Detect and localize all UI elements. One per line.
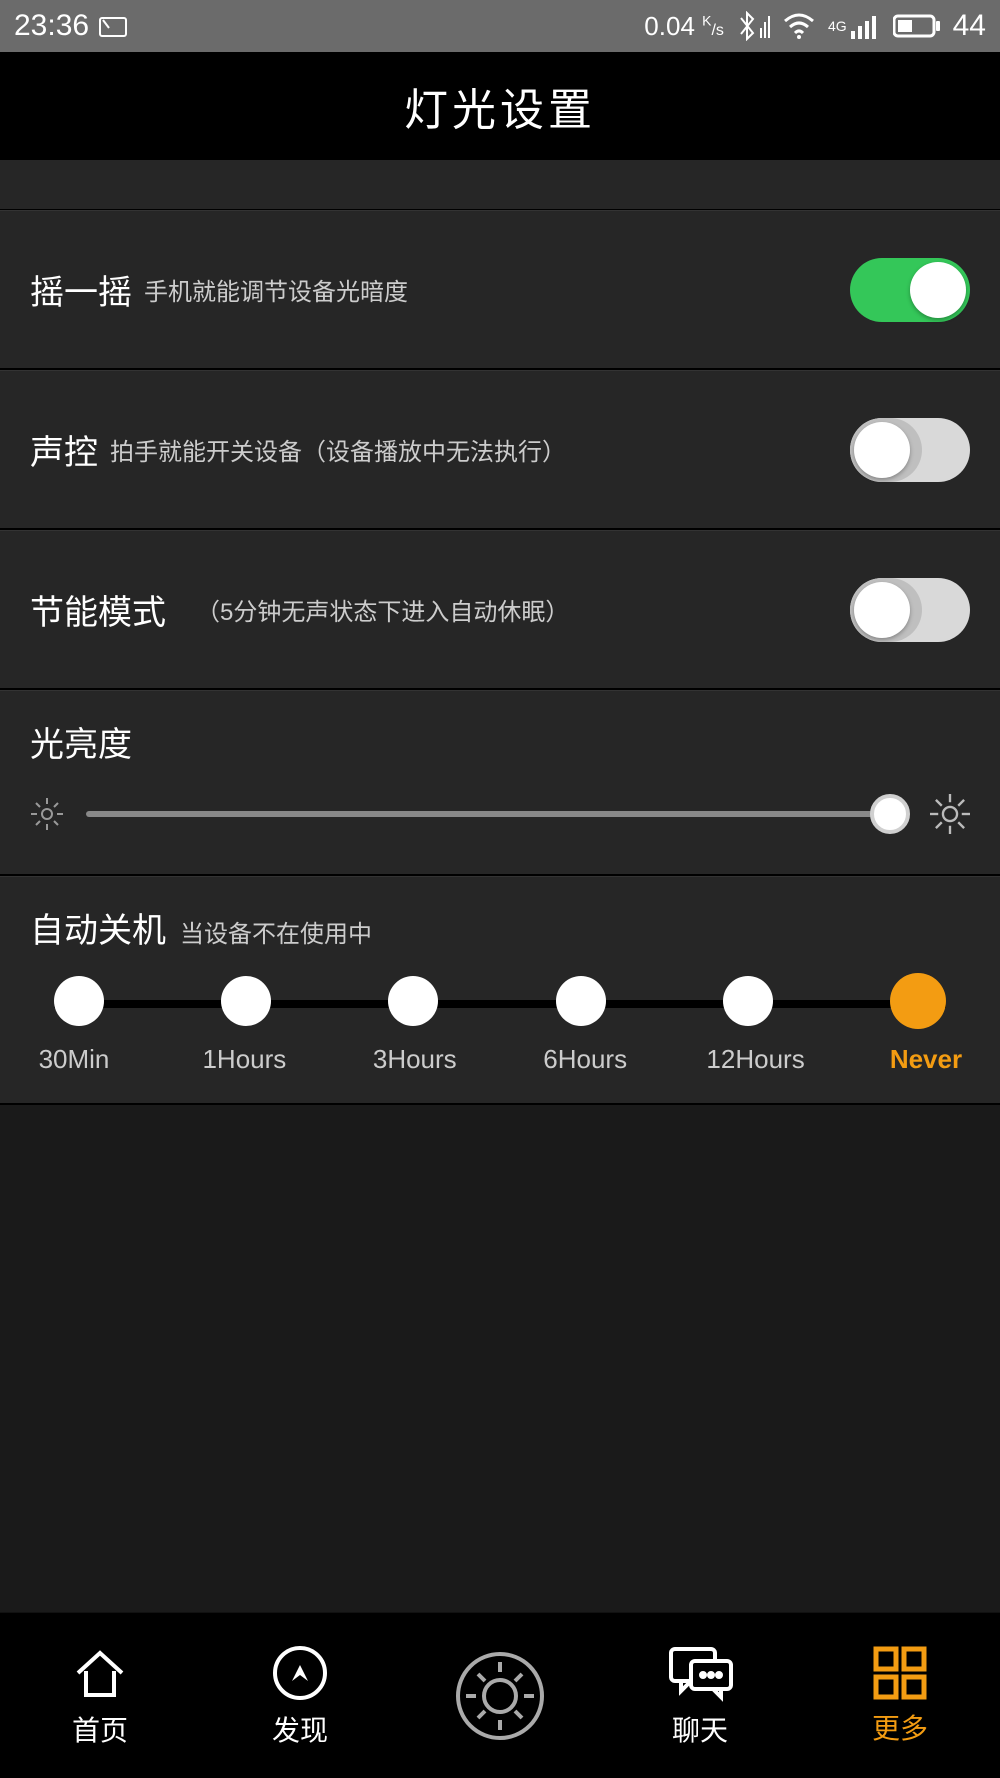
autooff-labels: 30Min 1Hours 3Hours 6Hours 12Hours Never (24, 1044, 976, 1075)
nav-chat-label: 聊天 (672, 1709, 728, 1749)
autooff-option-1[interactable] (221, 976, 271, 1026)
nav-chat[interactable]: 聊天 (600, 1613, 800, 1778)
brightness-low-icon (30, 797, 64, 831)
battery-icon (893, 13, 941, 39)
autooff-option-4[interactable] (723, 976, 773, 1026)
light-icon (452, 1648, 548, 1744)
autooff-label-2: 3Hours (365, 1044, 465, 1075)
autooff-option-0[interactable] (54, 976, 104, 1026)
setting-shake-toggle[interactable] (850, 258, 970, 322)
bluetooth-icon (736, 11, 770, 41)
setting-shake-row: 摇一摇 手机就能调节设备光暗度 (0, 210, 1000, 370)
setting-sound-toggle[interactable] (850, 418, 970, 482)
nav-light[interactable] (400, 1613, 600, 1778)
grid-icon (872, 1645, 928, 1701)
setting-shake-sub: 手机就能调节设备光暗度 (144, 272, 408, 307)
status-net-speed: 0.04 K/s (644, 11, 724, 42)
setting-sound-title: 声控 (30, 425, 98, 474)
screenshot-icon (99, 14, 127, 38)
status-battery-text: 44 (953, 9, 986, 43)
autooff-option-3[interactable] (556, 976, 606, 1026)
section-gap (0, 160, 1000, 210)
status-bar: 23:36 0.04 K/s 4G 44 (0, 0, 1000, 52)
autooff-stepper[interactable] (54, 976, 946, 1036)
autooff-label-5: Never (876, 1044, 976, 1075)
signal-icon: 4G (828, 13, 881, 39)
compass-icon (270, 1643, 330, 1703)
setting-eco-sub: （5分钟无声状态下进入自动休眠） (196, 592, 569, 627)
setting-eco-title: 节能模式 (30, 585, 166, 634)
setting-sound-row: 声控 拍手就能开关设备（设备播放中无法执行） (0, 370, 1000, 530)
setting-eco-row: 节能模式 （5分钟无声状态下进入自动休眠） (0, 530, 1000, 690)
autooff-option-5[interactable] (890, 973, 946, 1029)
setting-sound-sub: 拍手就能开关设备（设备播放中无法执行） (110, 432, 566, 467)
brightness-slider[interactable] (86, 811, 908, 817)
autooff-option-2[interactable] (388, 976, 438, 1026)
chat-icon (665, 1643, 735, 1703)
wifi-icon (782, 13, 816, 39)
autooff-label-1: 1Hours (194, 1044, 294, 1075)
nav-discover[interactable]: 发现 (200, 1613, 400, 1778)
autooff-label-3: 6Hours (535, 1044, 635, 1075)
nav-home[interactable]: 首页 (0, 1613, 200, 1778)
brightness-title: 光亮度 (30, 717, 970, 766)
page-title: 灯光设置 (404, 74, 596, 138)
setting-eco-toggle[interactable] (850, 578, 970, 642)
autooff-label-4: 12Hours (706, 1044, 806, 1075)
nav-discover-label: 发现 (272, 1709, 328, 1749)
bottom-nav: 首页 发现 聊天 更多 (0, 1612, 1000, 1778)
autooff-block: 自动关机 当设备不在使用中 30Min 1Hours 3Hours 6Hours… (0, 876, 1000, 1105)
nav-more[interactable]: 更多 (800, 1613, 1000, 1778)
nav-more-label: 更多 (872, 1707, 928, 1747)
nav-home-label: 首页 (72, 1709, 128, 1749)
autooff-title: 自动关机 (30, 903, 166, 952)
page-header: 灯光设置 (0, 52, 1000, 160)
brightness-block: 光亮度 (0, 690, 1000, 876)
brightness-thumb[interactable] (870, 794, 910, 834)
setting-shake-title: 摇一摇 (30, 265, 132, 314)
home-icon (70, 1643, 130, 1703)
brightness-high-icon (930, 794, 970, 834)
autooff-label-0: 30Min (24, 1044, 124, 1075)
autooff-sub: 当设备不在使用中 (180, 914, 372, 949)
status-time: 23:36 (14, 9, 89, 43)
